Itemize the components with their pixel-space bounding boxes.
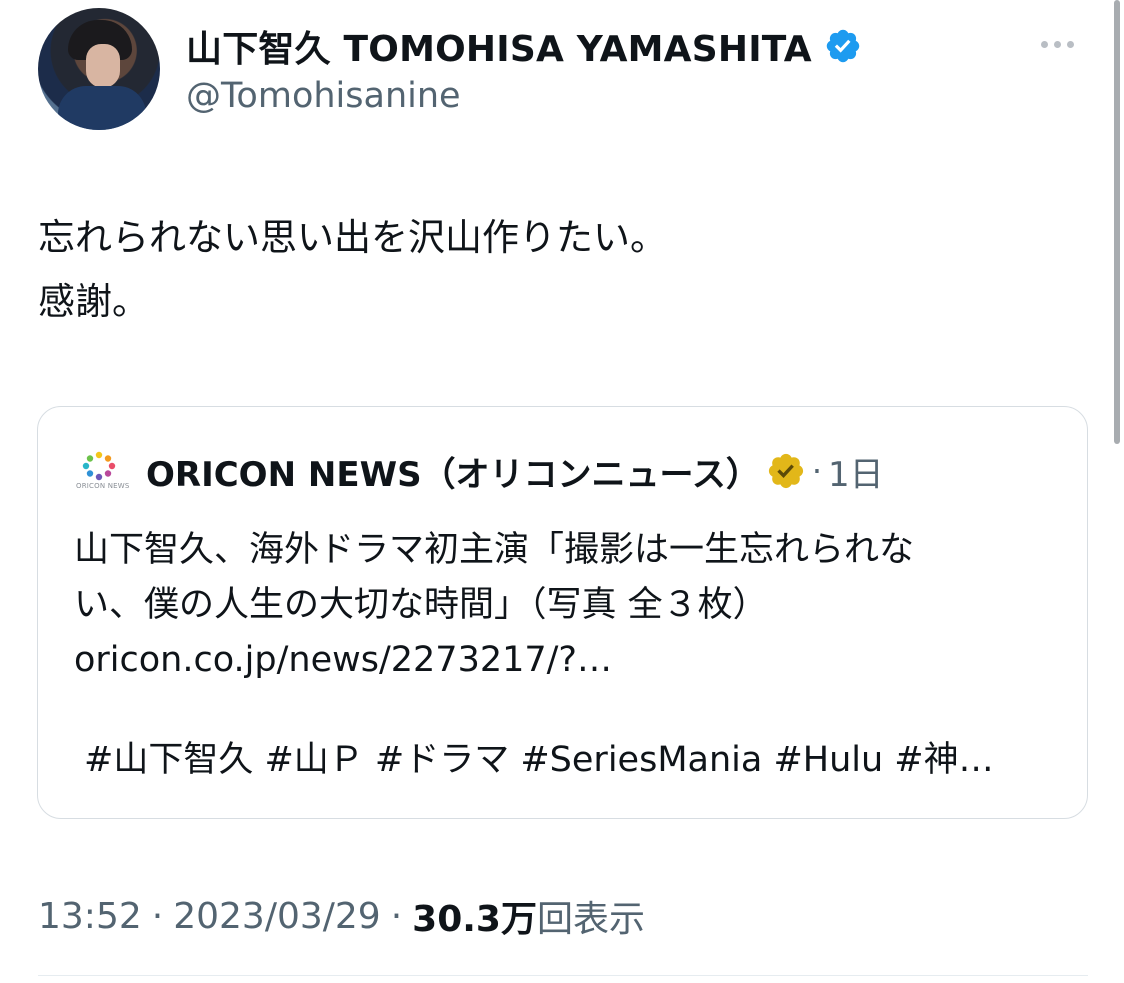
views-label: 回表示 [536, 899, 645, 940]
quote-body-line: 山下智久、海外ドラマ初主演「撮影は一生忘れられな [74, 530, 915, 570]
more-dot-icon [1066, 40, 1074, 48]
tweet-header: 山下智久 TOMOHISA YAMASHITA @Tomohisanine [38, 8, 1098, 134]
tweet-date[interactable]: 2023/03/29 [173, 896, 381, 937]
tweet-time[interactable]: 13:52 [38, 896, 142, 937]
quote-separator: · [811, 452, 823, 490]
display-name-row: 山下智久 TOMOHISA YAMASHITA [186, 20, 862, 72]
quote-source-name[interactable]: ORICON NEWS（オリコンニュース） [146, 447, 760, 496]
meta-separator: · [151, 895, 164, 937]
quote-link[interactable]: oricon.co.jp/news/2273217/?… [74, 633, 1064, 688]
tweet-detail: 山下智久 TOMOHISA YAMASHITA @Tomohisanine 忘れ… [0, 0, 1124, 983]
quote-time-ago[interactable]: 1日 [828, 447, 884, 496]
views-count[interactable]: 30.3万 [412, 890, 537, 942]
scrollbar-thumb[interactable] [1114, 0, 1120, 444]
divider [38, 975, 1088, 976]
verified-badge-icon[interactable] [824, 27, 862, 65]
oricon-logo-caption: ORICON NEWS [76, 482, 130, 490]
meta-separator: · [390, 895, 403, 937]
quote-hashtags[interactable]: #山下智久 #山Ｐ #ドラマ #SeriesMania #Hulu #神… [84, 733, 1064, 788]
scrollbar[interactable] [1110, 0, 1124, 983]
quote-body-line: い、僕の人生の大切な時間」（写真 全３枚） [74, 585, 768, 625]
quote-body: 山下智久、海外ドラマ初主演「撮影は一生忘れられな い、僕の人生の大切な時間」（写… [74, 523, 1064, 688]
gold-verified-badge-icon[interactable] [766, 451, 806, 491]
tweet-text-line: 忘れられない思い出を沢山作りたい。 [38, 216, 667, 259]
more-dot-icon [1040, 40, 1048, 48]
tweet-text: 忘れられない思い出を沢山作りたい。 感謝。 [38, 206, 1068, 334]
user-handle[interactable]: @Tomohisanine [186, 76, 461, 116]
profile-avatar[interactable] [38, 8, 160, 130]
display-name[interactable]: 山下智久 TOMOHISA YAMASHITA [186, 20, 812, 72]
tweet-meta: 13:52 · 2023/03/29 · 30.3万 回表示 [38, 890, 645, 942]
tweet-text-line: 感謝。 [38, 280, 149, 323]
quoted-tweet-card[interactable]: ORICON NEWS ORICON NEWS（オリコンニュース） · 1日 山… [37, 406, 1088, 819]
avatar-shirt [58, 86, 146, 130]
more-dot-icon [1053, 40, 1061, 48]
avatar-face [86, 44, 120, 88]
oricon-logo-icon[interactable]: ORICON NEWS [76, 449, 130, 493]
more-options-button[interactable] [1034, 32, 1080, 56]
quote-header: ORICON NEWS ORICON NEWS（オリコンニュース） · 1日 [76, 447, 884, 496]
